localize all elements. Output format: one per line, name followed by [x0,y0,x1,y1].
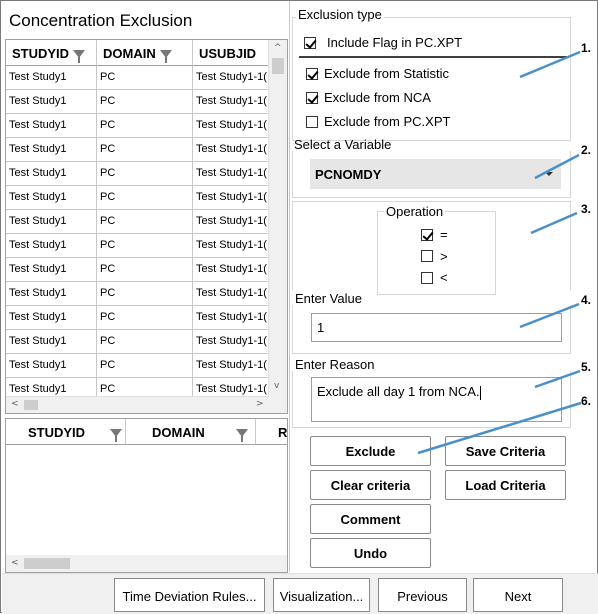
bottom-bar: Time Deviation Rules... Visualization...… [2,573,598,614]
callout-lines [417,50,582,455]
previous-button[interactable]: Previous [378,578,467,612]
callout-number-3: 3. [581,202,592,216]
callout-number-6: 6. [581,394,592,408]
callout-line-4 [519,302,580,329]
visualization-button[interactable]: Visualization... [273,578,370,612]
callout-line-3 [530,211,578,235]
callout-line-1 [519,50,581,79]
time-deviation-rules-button[interactable]: Time Deviation Rules... [114,578,265,612]
callout-line-5 [534,369,581,389]
callout-number-4: 4. [581,293,592,307]
callout-number-2: 2. [581,143,592,157]
concentration-exclusion-window: Concentration Exclusion STUDYID DOMAIN U… [0,0,598,614]
callout-line-6 [417,401,582,455]
next-button[interactable]: Next [473,578,563,612]
callout-number-5: 5. [581,360,592,374]
callout-number-1: 1. [581,41,592,55]
callout-line-2 [534,153,580,180]
